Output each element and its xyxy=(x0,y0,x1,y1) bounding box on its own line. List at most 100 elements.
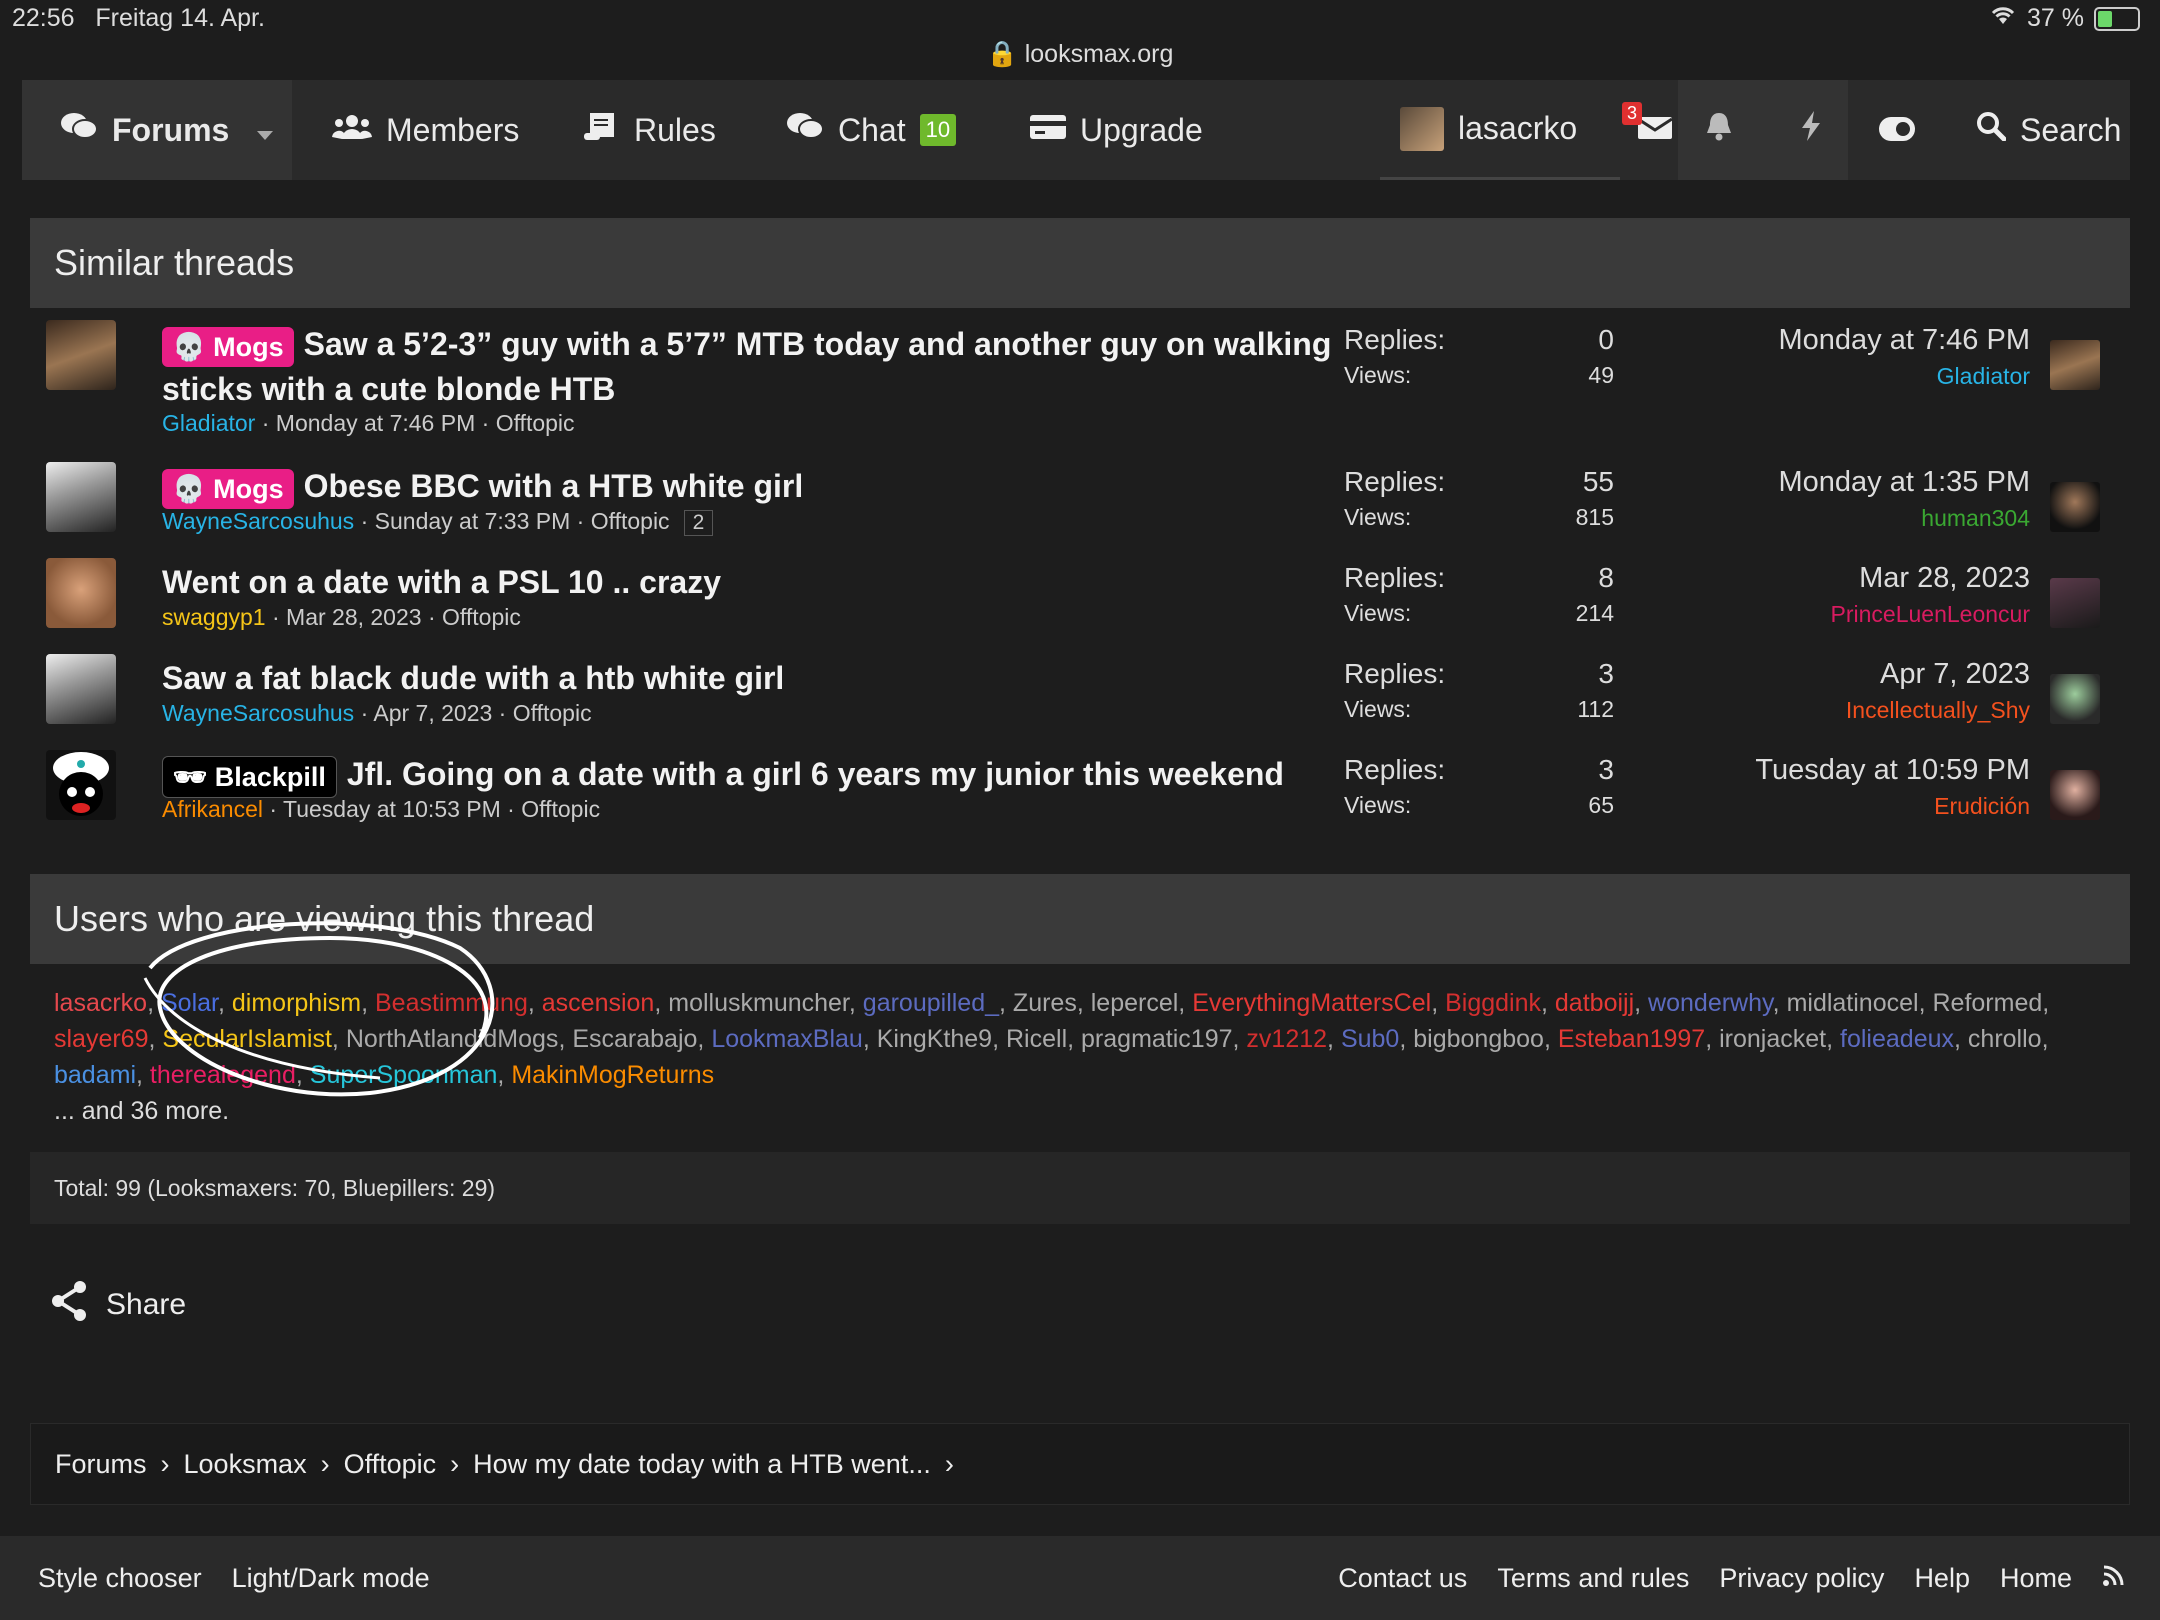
nav-search[interactable]: Search xyxy=(1976,80,2121,180)
nav-members[interactable]: Members xyxy=(332,80,519,180)
thread-title-text[interactable]: Obese BBC with a HTB white girl xyxy=(304,468,804,504)
thread-author[interactable]: WayneSarcosuhus xyxy=(162,508,354,534)
thread-title[interactable]: 🕶 Blackpill Jfl. Going on a date with a g… xyxy=(162,752,1342,798)
last-post-user[interactable]: PrinceLuenLeoncur xyxy=(1831,601,2030,628)
last-post[interactable]: Monday at 7:46 PM Gladiator xyxy=(1779,324,2030,390)
viewer-user-link[interactable]: molluskmuncher xyxy=(668,989,849,1017)
last-post-date[interactable]: Apr 7, 2023 xyxy=(1846,658,2030,691)
prefix-label[interactable]: 💀 Mogs xyxy=(162,468,294,509)
viewer-user-link[interactable]: Ricell xyxy=(1006,1025,1067,1053)
footer-home[interactable]: Home xyxy=(2000,1563,2072,1594)
last-post-date[interactable]: Monday at 7:46 PM xyxy=(1779,324,2030,357)
footer-help[interactable]: Help xyxy=(1914,1563,1970,1594)
footer-terms[interactable]: Terms and rules xyxy=(1497,1563,1689,1594)
viewer-user-link[interactable]: Esteban1997 xyxy=(1558,1025,1705,1053)
last-post[interactable]: Mar 28, 2023 PrinceLuenLeoncur xyxy=(1831,562,2030,628)
viewer-user-link[interactable]: therealegend xyxy=(150,1061,296,1089)
viewer-user-link[interactable]: Solar xyxy=(161,989,218,1017)
thread-forum[interactable]: Offtopic xyxy=(496,410,575,436)
last-poster-avatar[interactable] xyxy=(2050,770,2100,820)
last-poster-avatar[interactable] xyxy=(2050,674,2100,724)
footer-style-chooser[interactable]: Style chooser xyxy=(38,1563,202,1594)
viewer-user-link[interactable]: wonderwhy xyxy=(1648,989,1773,1017)
viewer-user-link[interactable]: badami xyxy=(54,1061,136,1089)
thread-title-text[interactable]: Went on a date with a PSL 10 .. crazy xyxy=(162,564,721,600)
thread-forum[interactable]: Offtopic xyxy=(521,796,600,822)
last-post-date[interactable]: Monday at 1:35 PM xyxy=(1779,466,2030,499)
thread-row[interactable]: Saw a fat black dude with a htb white gi… xyxy=(30,652,2130,742)
last-post-user[interactable]: Erudición xyxy=(1755,793,2030,820)
viewer-user-link[interactable]: lasacrko xyxy=(54,989,147,1017)
thread-forum[interactable]: Offtopic xyxy=(513,700,592,726)
last-post[interactable]: Apr 7, 2023 Incellectually_Shy xyxy=(1846,658,2030,724)
thread-title-text[interactable]: Jfl. Going on a date with a girl 6 years… xyxy=(347,756,1284,792)
thread-title[interactable]: 💀 Mogs Obese BBC with a HTB white girl xyxy=(162,464,1342,509)
viewer-user-link[interactable]: Beastimmung xyxy=(375,989,528,1017)
footer-light-dark[interactable]: Light/Dark mode xyxy=(232,1563,430,1594)
thread-title[interactable]: Saw a fat black dude with a htb white gi… xyxy=(162,656,1342,700)
thread-title[interactable]: Went on a date with a PSL 10 .. crazy xyxy=(162,560,1342,604)
nav-upgrade[interactable]: Upgrade xyxy=(1030,80,1203,180)
viewer-user-link[interactable]: SuperSpoonman xyxy=(310,1061,498,1089)
viewer-user-link[interactable]: SecularIslamist xyxy=(162,1025,332,1053)
avatar[interactable] xyxy=(46,558,116,628)
thread-author[interactable]: Afrikancel xyxy=(162,796,263,822)
url-bar[interactable]: 🔒 looksmax.org xyxy=(0,40,2160,69)
viewer-user-link[interactable]: Zures xyxy=(1013,989,1077,1017)
viewer-user-link[interactable]: garoupilled_ xyxy=(863,989,999,1017)
last-poster-avatar[interactable] xyxy=(2050,482,2100,532)
nav-chat[interactable]: Chat 10 xyxy=(786,80,957,180)
avatar[interactable] xyxy=(46,654,116,724)
bolt-icon[interactable] xyxy=(1800,111,1822,149)
thread-forum[interactable]: Offtopic xyxy=(442,604,521,630)
thread-row[interactable]: 💀 Mogs Obese BBC with a HTB white girl Wa… xyxy=(30,460,2130,550)
viewer-user-link[interactable]: slayer69 xyxy=(54,1025,149,1053)
viewer-user-link[interactable]: EverythingMattersCel xyxy=(1192,989,1431,1017)
thread-forum[interactable]: Offtopic xyxy=(591,508,670,534)
nav-account[interactable]: lasacrko xyxy=(1380,80,1620,180)
prefix-label[interactable]: 💀 Mogs xyxy=(162,326,294,367)
viewer-user-link[interactable]: bigbongboo xyxy=(1413,1025,1544,1053)
viewer-user-link[interactable]: NorthAtlandidMogs xyxy=(346,1025,559,1053)
nav-rules[interactable]: Rules xyxy=(584,80,716,180)
thread-title-text[interactable]: Saw a fat black dude with a htb white gi… xyxy=(162,660,784,696)
viewer-user-link[interactable]: pragmatic197 xyxy=(1081,1025,1232,1053)
footer-contact[interactable]: Contact us xyxy=(1338,1563,1467,1594)
last-post[interactable]: Monday at 1:35 PM human304 xyxy=(1779,466,2030,532)
thread-author[interactable]: WayneSarcosuhus xyxy=(162,700,354,726)
viewer-user-link[interactable]: datboijj xyxy=(1555,989,1634,1017)
breadcrumb-item[interactable]: Looksmax xyxy=(184,1449,307,1480)
rss-icon[interactable] xyxy=(2102,1563,2126,1594)
footer-privacy[interactable]: Privacy policy xyxy=(1719,1563,1884,1594)
thread-author[interactable]: swaggyp1 xyxy=(162,604,266,630)
last-post-date[interactable]: Mar 28, 2023 xyxy=(1831,562,2030,595)
viewer-user-link[interactable]: folieadeux xyxy=(1840,1025,1954,1053)
last-post-user[interactable]: Incellectually_Shy xyxy=(1846,697,2030,724)
viewer-user-link[interactable]: Biggdink xyxy=(1445,989,1541,1017)
thread-row[interactable]: 🕶 Blackpill Jfl. Going on a date with a g… xyxy=(30,748,2130,838)
thread-title-text[interactable]: Saw a 5’2-3” guy with a 5’7” MTB today a… xyxy=(162,326,1331,407)
viewer-user-link[interactable]: Sub0 xyxy=(1341,1025,1399,1053)
avatar[interactable] xyxy=(46,750,116,820)
thread-row[interactable]: 💀 Mogs Saw a 5’2-3” guy with a 5’7” MTB t… xyxy=(30,318,2130,448)
chevron-down-icon[interactable] xyxy=(257,112,274,149)
viewer-user-link[interactable]: LookmaxBlau xyxy=(711,1025,862,1053)
last-poster-avatar[interactable] xyxy=(2050,340,2100,390)
viewer-user-link[interactable]: lepercel xyxy=(1091,989,1179,1017)
prefix-label[interactable]: 🕶 Blackpill xyxy=(162,755,337,798)
nav-theme-toggle[interactable] xyxy=(1872,80,1922,180)
viewer-user-link[interactable]: zv1212 xyxy=(1246,1025,1327,1053)
last-post-date[interactable]: Tuesday at 10:59 PM xyxy=(1755,754,2030,787)
last-post-user[interactable]: human304 xyxy=(1779,505,2030,532)
viewer-user-link[interactable]: Escarabajo xyxy=(572,1025,697,1053)
breadcrumb-item[interactable]: How my date today with a HTB went... xyxy=(473,1449,931,1480)
page-link[interactable]: 2 xyxy=(683,510,714,536)
last-post[interactable]: Tuesday at 10:59 PM Erudición xyxy=(1755,754,2030,820)
nav-forums[interactable]: Forums xyxy=(22,80,292,180)
share-button[interactable]: Share xyxy=(50,1280,186,1330)
last-post-user[interactable]: Gladiator xyxy=(1779,363,2030,390)
avatar[interactable] xyxy=(46,320,116,390)
breadcrumb-item[interactable]: Offtopic xyxy=(344,1449,437,1480)
viewer-user-link[interactable]: Reformed xyxy=(1932,989,2042,1017)
breadcrumb-item[interactable]: Forums xyxy=(55,1449,147,1480)
